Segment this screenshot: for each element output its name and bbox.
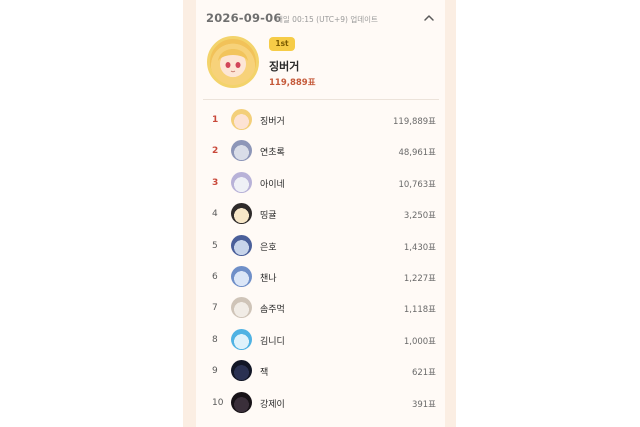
streamer-name: 연초록 — [260, 148, 285, 159]
avatar — [231, 109, 252, 130]
streamer-name: 아이네 — [260, 179, 285, 190]
avatar — [231, 234, 252, 256]
avatar — [231, 328, 252, 350]
streamer-name: 잭 — [260, 368, 269, 379]
vote-count: 1,430표 — [403, 242, 436, 253]
chevron-up-icon[interactable] — [422, 10, 436, 26]
streamer-name: 챈나 — [260, 273, 277, 284]
avatar — [231, 360, 252, 382]
list-item[interactable]: 6 챈나 1,227표 — [196, 261, 445, 292]
rank-number: 9 — [212, 366, 218, 377]
streamer-name: 띵귤 — [260, 211, 277, 222]
first-place-badge: 1st — [269, 37, 295, 51]
rank-number: 7 — [212, 303, 218, 314]
vote-count: 391표 — [411, 399, 436, 410]
list-item[interactable]: 4 띵귤 3,250표 — [196, 198, 445, 229]
avatar — [231, 171, 252, 193]
avatar — [231, 297, 252, 319]
vote-count: 1,227표 — [403, 273, 436, 284]
list-item[interactable]: 10 강제이 391표 — [196, 387, 445, 418]
rank-number: 4 — [212, 209, 218, 220]
rank-number: 8 — [212, 334, 218, 345]
list-item[interactable]: 2 연초록 48,961표 — [196, 135, 445, 166]
rank-number: 5 — [212, 240, 218, 251]
vote-count: 1,000표 — [403, 336, 436, 347]
list-item[interactable]: 7 솜주먹 1,118표 — [196, 292, 445, 323]
list-item[interactable]: 3 아이네 10,763표 — [196, 167, 445, 198]
vote-count: 3,250표 — [403, 211, 436, 222]
first-place-avatar[interactable] — [207, 36, 259, 88]
vote-count: 10,763표 — [398, 179, 436, 190]
streamer-name: 솜주먹 — [260, 305, 285, 316]
avatar — [231, 203, 252, 225]
ranking-list: 1 징버거 119,889표 2 연초록 48,961표 3 아이네 10,76… — [196, 104, 445, 418]
vote-count: 48,961표 — [398, 148, 436, 159]
first-place-name: 징버거 — [269, 60, 300, 73]
rank-number: 2 — [212, 146, 219, 157]
rank-number: 3 — [212, 177, 219, 188]
avatar — [231, 265, 252, 287]
ranking-header: 2026-09-06 매일 00:15 (UTC+9) 업데이트 — [196, 10, 445, 28]
divider — [203, 99, 439, 100]
ranking-card: 2026-09-06 매일 00:15 (UTC+9) 업데이트 1st 징버거… — [196, 0, 445, 427]
streamer-name: 은호 — [260, 242, 277, 253]
update-schedule-text: 매일 00:15 (UTC+9) 업데이트 — [276, 15, 378, 24]
vote-count: 119,889표 — [393, 117, 436, 127]
streamer-name: 징버거 — [260, 117, 285, 127]
avatar — [231, 140, 252, 162]
list-item[interactable]: 1 징버거 119,889표 — [196, 104, 445, 135]
streamer-name: 김니디 — [260, 336, 285, 347]
ranking-date: 2026-09-06 — [206, 11, 282, 25]
list-item[interactable]: 9 잭 621표 — [196, 355, 445, 386]
streamer-name: 강제이 — [260, 399, 285, 410]
list-item[interactable]: 5 은호 1,430표 — [196, 230, 445, 261]
list-item[interactable]: 8 김니디 1,000표 — [196, 324, 445, 355]
vote-count: 1,118표 — [403, 305, 436, 316]
vote-count: 621표 — [411, 368, 436, 379]
first-place-votes: 119,889표 — [269, 78, 316, 88]
rank-number: 6 — [212, 271, 218, 282]
rank-number: 1 — [212, 115, 219, 125]
avatar — [231, 391, 252, 413]
rank-number: 10 — [212, 397, 224, 408]
